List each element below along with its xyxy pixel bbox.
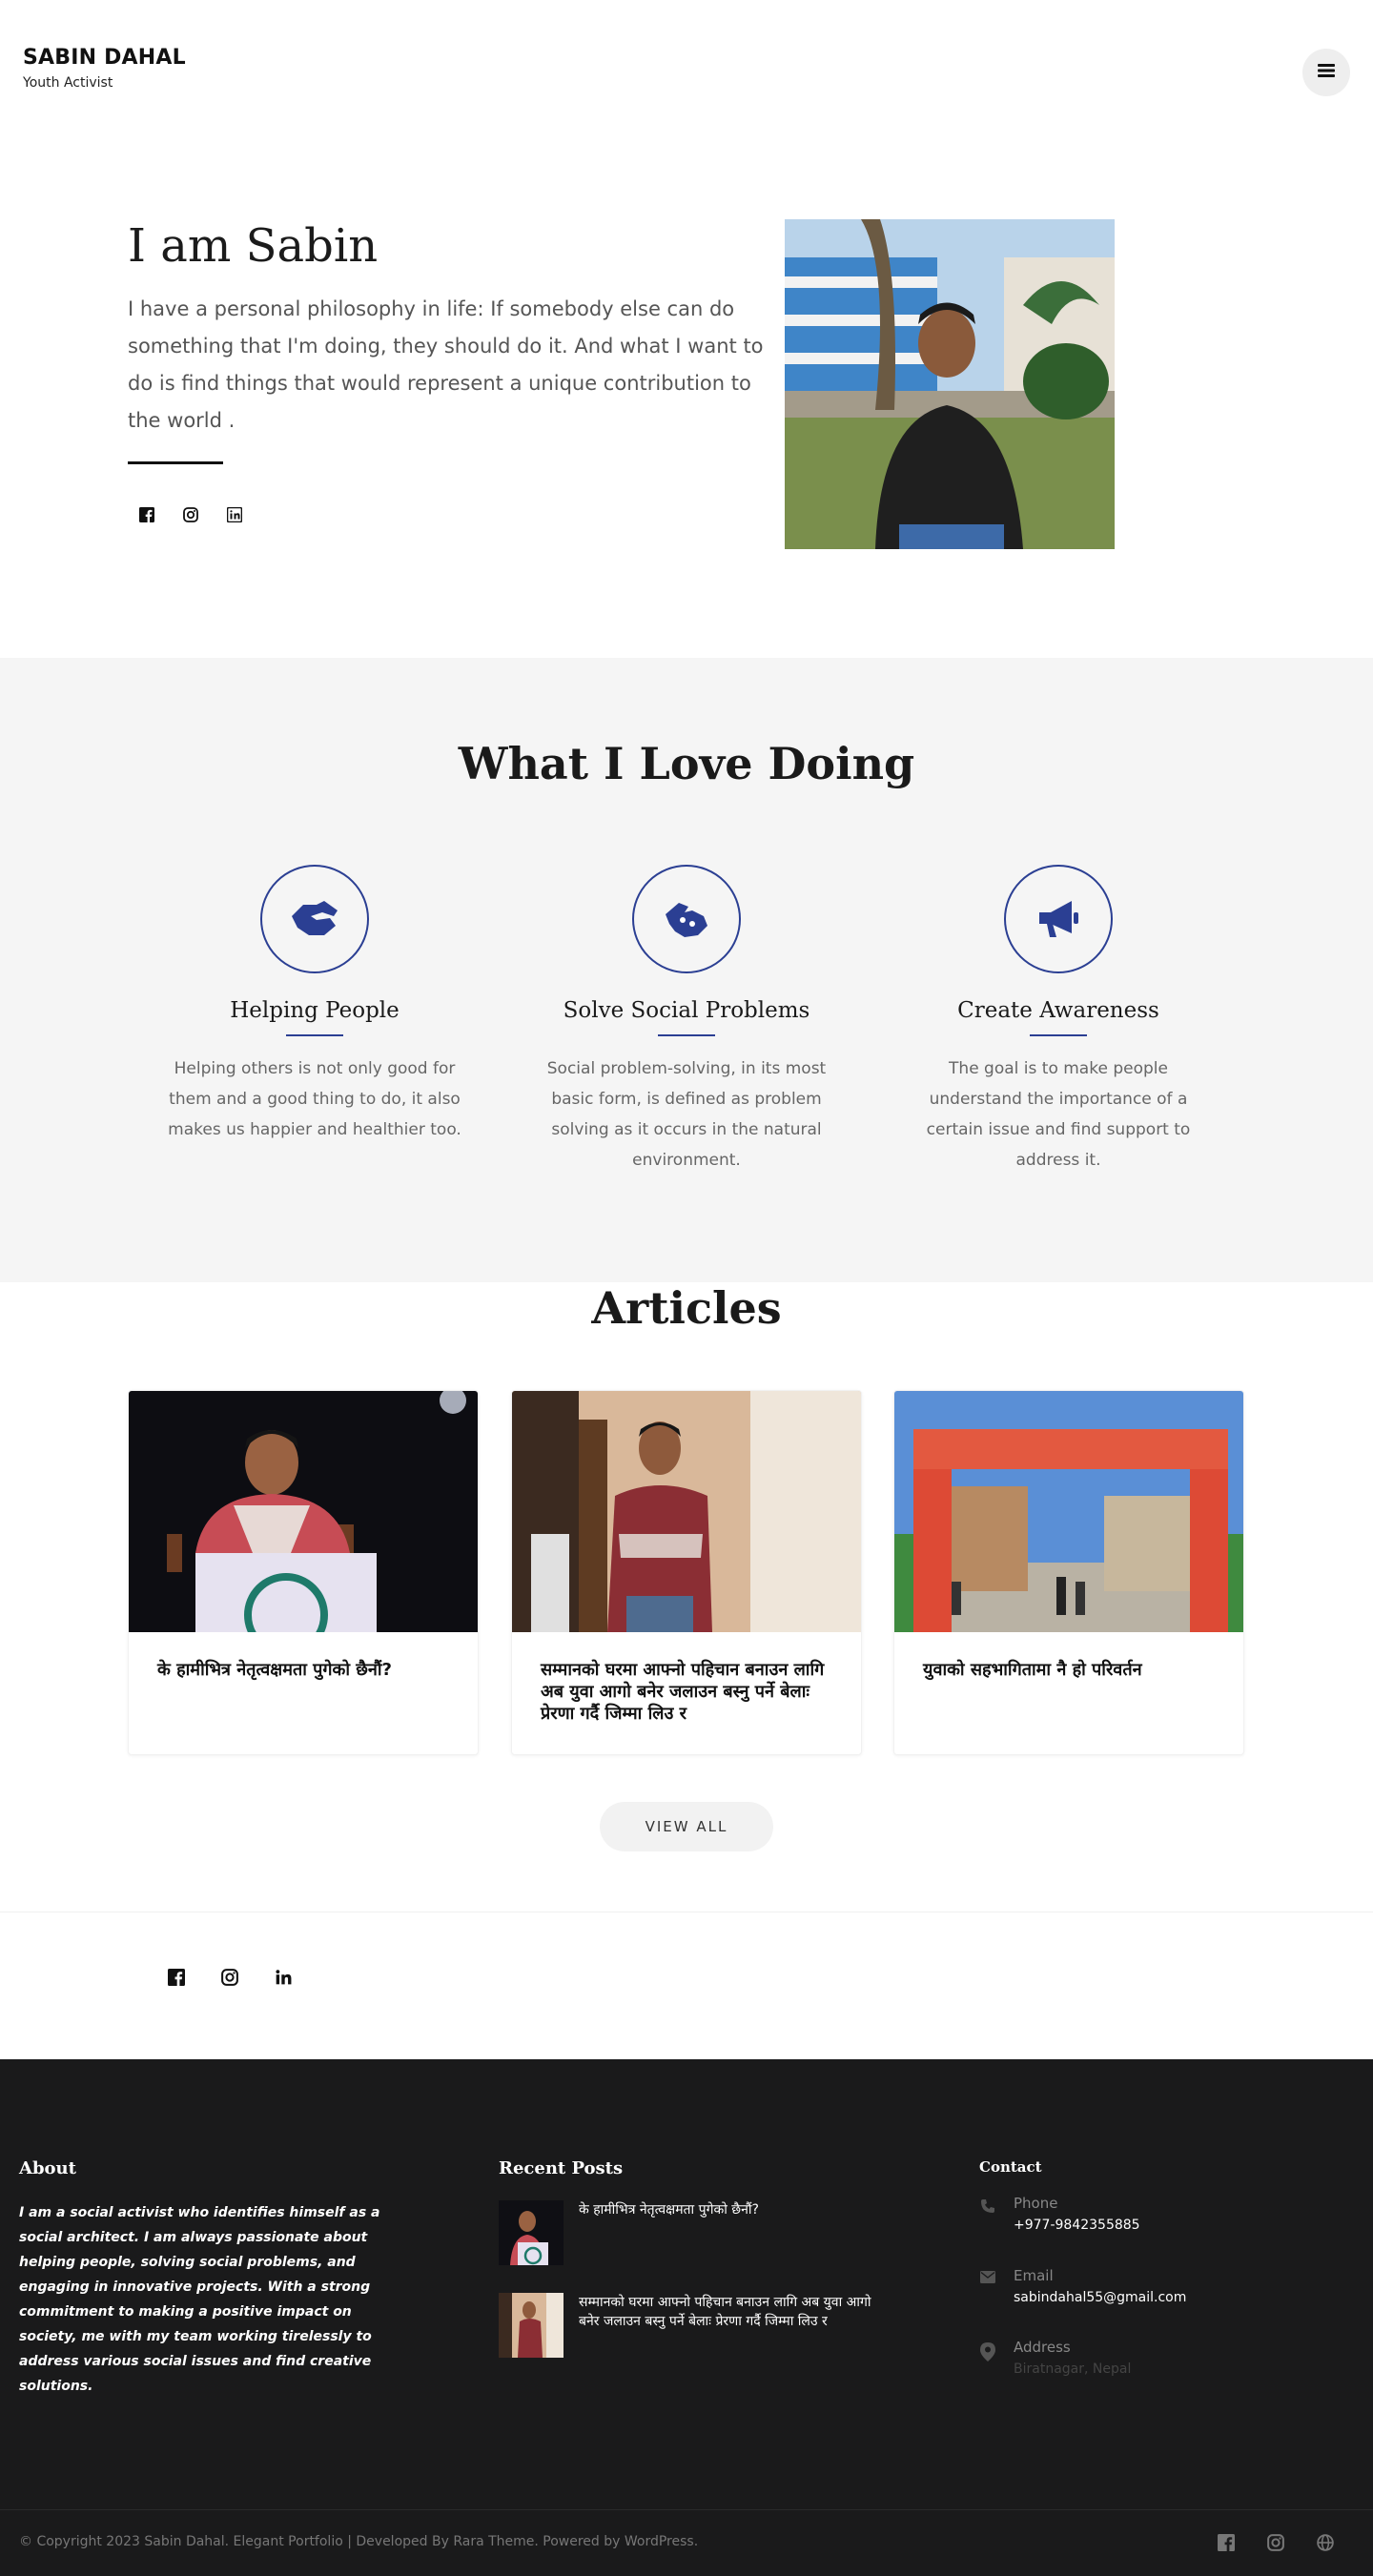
- site-title[interactable]: SABIN DAHAL: [23, 46, 186, 70]
- site-header: SABIN DAHAL Youth Activist: [0, 0, 1373, 143]
- copyright-text: © Copyright 2023 Sabin Dahal. Elegant Po…: [19, 2534, 699, 2549]
- service-description: Social problem-solving, in its most basi…: [546, 1059, 827, 1170]
- service-underline: [658, 1034, 715, 1036]
- recent-post-thumbnail[interactable]: [499, 2200, 564, 2265]
- recent-post-title[interactable]: के हामीभित्र नेतृत्वक्षमता पुगेको छैनौं?: [579, 2200, 759, 2265]
- recent-post-title[interactable]: सम्मानको घरमा आफ्नो पहिचान बनाउन लागि अब…: [579, 2293, 880, 2358]
- phone-number[interactable]: +977-9842355885: [1014, 2218, 1140, 2233]
- email-label: Email: [1014, 2267, 1054, 2284]
- service-card: Helping People Helping others is not onl…: [157, 865, 472, 1145]
- social-strip: [0, 1912, 1373, 2059]
- service-name: Create Awareness: [957, 998, 1159, 1023]
- article-card[interactable]: युवाको सहभागितामा नै हो परिवर्तन: [893, 1390, 1244, 1755]
- site-branding[interactable]: SABIN DAHAL Youth Activist: [23, 46, 186, 91]
- linkedin-icon[interactable]: [225, 505, 244, 524]
- facebook-icon[interactable]: [167, 1968, 186, 1987]
- sign-language-icon: [632, 865, 741, 973]
- service-name: Solve Social Problems: [563, 998, 810, 1023]
- view-all-button[interactable]: VIEW ALL: [600, 1802, 773, 1851]
- contact-email: Email sabindahal55@gmail.com: [979, 2267, 1186, 2305]
- megaphone-icon: [1004, 865, 1113, 973]
- contact-address: Address Biratnagar, Nepal: [979, 2339, 1131, 2377]
- article-card[interactable]: सम्मानको घरमा आफ्नो पहिचान बनाउन लागि अब…: [511, 1390, 862, 1755]
- services-section: What I Love Doing Helping People Helping…: [0, 658, 1373, 1282]
- service-underline: [1030, 1034, 1087, 1036]
- article-title[interactable]: के हामीभित्र नेतृत्वक्षमता पुगेको छैनौं?: [129, 1632, 478, 1681]
- hamburger-menu-icon: [1318, 63, 1335, 82]
- services-title: What I Love Doing: [458, 738, 915, 789]
- service-description: The goal is to make people understand th…: [926, 1059, 1191, 1170]
- envelope-icon: [979, 2267, 996, 2305]
- articles-section: Articles के हामीभित्र नेतृत्वक्षमता पुगे…: [0, 1282, 1373, 1912]
- address-label: Address: [1014, 2339, 1071, 2356]
- recent-post-item[interactable]: के हामीभित्र नेतृत्वक्षमता पुगेको छैनौं?: [499, 2200, 880, 2265]
- hero-section: I am Sabin I have a personal philosophy …: [0, 143, 1373, 658]
- articles-title: Articles: [591, 1282, 782, 1334]
- service-name: Helping People: [230, 998, 400, 1023]
- contact-phone: Phone +977-9842355885: [979, 2195, 1140, 2233]
- contact-heading: Contact: [979, 2158, 1042, 2176]
- footer-bottom-bar: © Copyright 2023 Sabin Dahal. Elegant Po…: [0, 2509, 1373, 2576]
- handshake-icon: [260, 865, 369, 973]
- article-card[interactable]: के हामीभित्र नेतृत्वक्षमता पुगेको छैनौं?: [128, 1390, 479, 1755]
- recent-posts-heading: Recent Posts: [499, 2158, 624, 2178]
- service-underline: [286, 1034, 343, 1036]
- footer-social-links: [1217, 2533, 1335, 2552]
- hero-title: I am Sabin: [128, 219, 379, 273]
- profile-photo: [785, 219, 1115, 549]
- hero-text: I have a personal philosophy in life: If…: [128, 297, 764, 432]
- hero-divider: [128, 461, 223, 464]
- recent-post-item[interactable]: सम्मानको घरमा आफ्नो पहिचान बनाउन लागि अब…: [499, 2293, 880, 2358]
- site-footer: About I am a social activist who identif…: [0, 2059, 1373, 2576]
- linkedin-icon[interactable]: [274, 1968, 293, 1987]
- email-address[interactable]: sabindahal55@gmail.com: [1014, 2290, 1186, 2305]
- article-image[interactable]: [894, 1391, 1243, 1632]
- article-image[interactable]: [512, 1391, 861, 1632]
- address-value: Biratnagar, Nepal: [1014, 2361, 1132, 2377]
- about-heading: About: [19, 2158, 76, 2178]
- about-text: I am a social activist who identifies hi…: [19, 2205, 380, 2394]
- social-links: [167, 1968, 293, 1987]
- article-title[interactable]: युवाको सहभागितामा नै हो परिवर्तन: [894, 1632, 1243, 1681]
- article-image[interactable]: [129, 1391, 478, 1632]
- recent-post-thumbnail[interactable]: [499, 2293, 564, 2358]
- facebook-icon[interactable]: [137, 505, 156, 524]
- menu-toggle-button[interactable]: [1302, 49, 1350, 96]
- service-description: Helping others is not only good for them…: [168, 1059, 461, 1139]
- phone-icon: [979, 2195, 996, 2233]
- map-pin-icon: [979, 2339, 996, 2377]
- phone-label: Phone: [1014, 2195, 1058, 2212]
- facebook-icon[interactable]: [1217, 2533, 1236, 2552]
- instagram-icon[interactable]: [1266, 2533, 1285, 2552]
- service-card: Create Awareness The goal is to make peo…: [901, 865, 1216, 1176]
- instagram-icon[interactable]: [181, 505, 200, 524]
- service-card: Solve Social Problems Social problem-sol…: [529, 865, 844, 1176]
- hero-social-links: [137, 505, 244, 524]
- article-title[interactable]: सम्मानको घरमा आफ्नो पहिचान बनाउन लागि अब…: [512, 1632, 861, 1725]
- instagram-icon[interactable]: [220, 1968, 239, 1987]
- globe-icon[interactable]: [1316, 2533, 1335, 2552]
- site-tagline: Youth Activist: [23, 75, 113, 91]
